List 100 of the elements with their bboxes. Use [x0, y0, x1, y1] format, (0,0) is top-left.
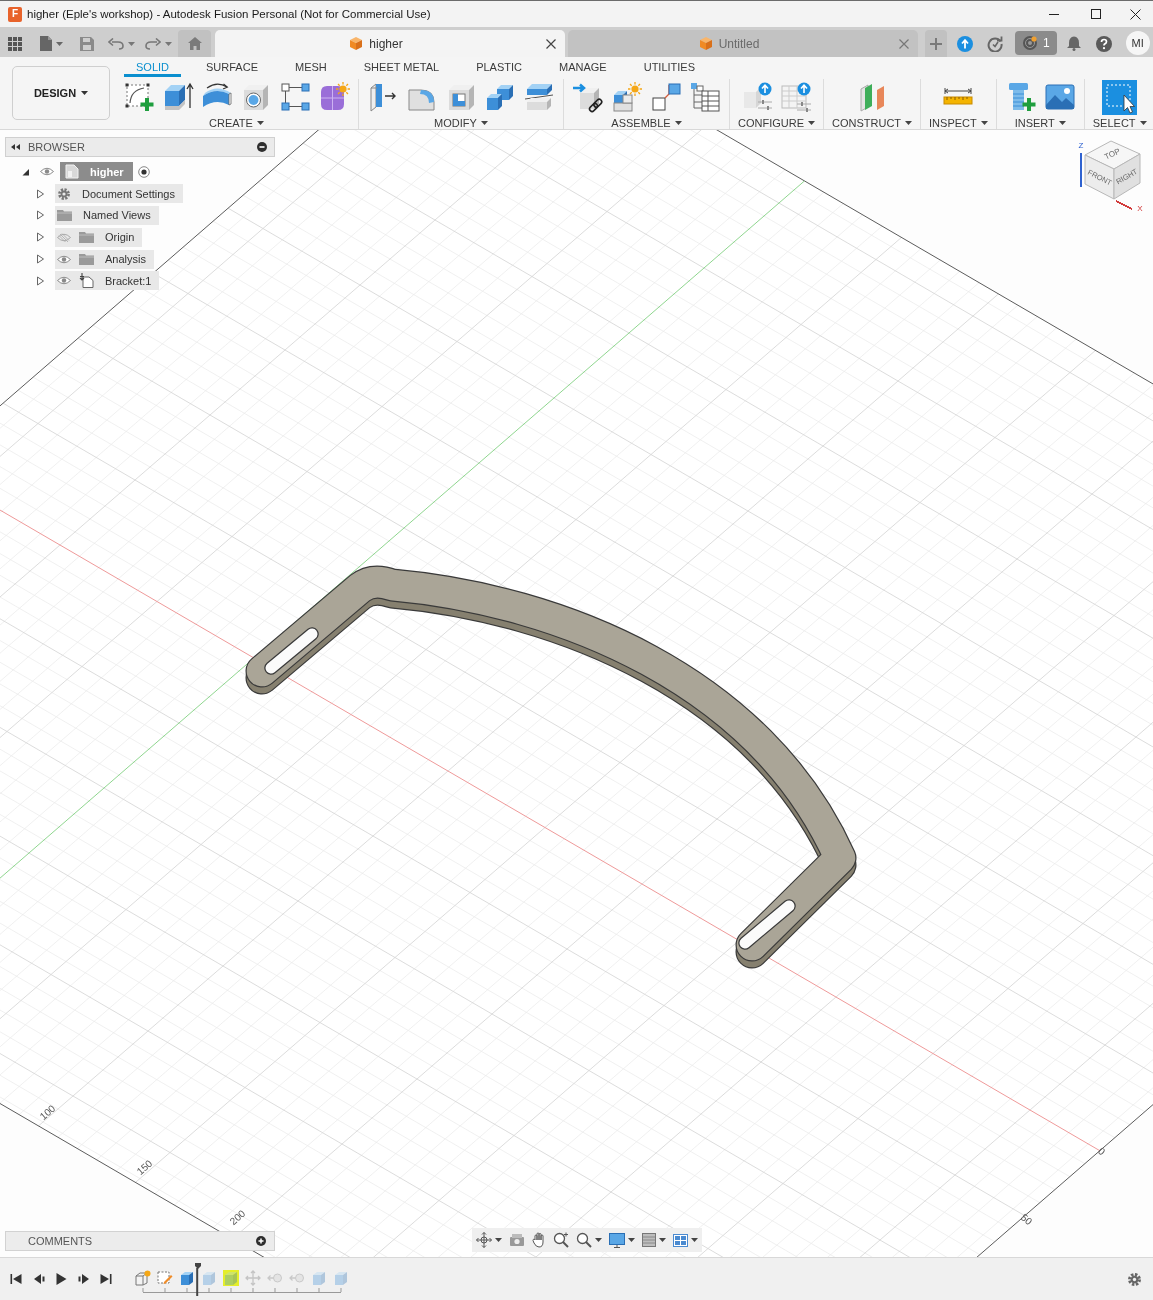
- step-forward-icon[interactable]: [77, 1273, 90, 1285]
- page-icon: [64, 164, 80, 180]
- bell-icon[interactable]: [1066, 36, 1081, 51]
- split-slabs-icon[interactable]: [523, 81, 555, 113]
- file-icon[interactable]: [40, 36, 52, 51]
- minus-circle-icon[interactable]: [257, 142, 267, 152]
- up-arrow-circle-icon[interactable]: [957, 35, 973, 52]
- caret-icon[interactable]: [595, 1238, 602, 1242]
- magnifier-icon[interactable]: [576, 1232, 592, 1248]
- monitor-icon[interactable]: [609, 1232, 625, 1248]
- toolbar-tab[interactable]: MANAGE: [547, 57, 619, 77]
- box-arrow-icon[interactable]: [162, 81, 194, 113]
- axis-label: X: [1137, 204, 1143, 214]
- linked-squares-icon[interactable]: [279, 81, 311, 113]
- timeline-marker-icon[interactable]: [194, 1263, 201, 1296]
- skip-start-icon[interactable]: [10, 1273, 22, 1285]
- eye-icon[interactable]: [57, 276, 71, 286]
- help-icon[interactable]: [1095, 35, 1112, 52]
- toolbar-tab[interactable]: MESH: [283, 57, 339, 77]
- double-arrow-icon[interactable]: [11, 143, 20, 151]
- settings-icon[interactable]: [1127, 1271, 1142, 1287]
- tool-group-menu[interactable]: INSPECT: [929, 117, 988, 129]
- play-icon[interactable]: [55, 1273, 67, 1285]
- select-cursor-icon[interactable]: [1102, 79, 1138, 115]
- toolbar-tab[interactable]: SHEET METAL: [351, 57, 452, 77]
- tool-group-menu[interactable]: CREATE: [209, 117, 264, 129]
- toolbar-tab[interactable]: PLASTIC: [464, 57, 534, 77]
- close-icon[interactable]: [1129, 8, 1141, 20]
- cube-icon[interactable]: [178, 1270, 195, 1286]
- step-back-icon[interactable]: [32, 1273, 45, 1285]
- orbit-icon[interactable]: [476, 1232, 492, 1248]
- eye-icon[interactable]: [57, 254, 71, 264]
- collapsed-arrow-icon[interactable]: [35, 275, 45, 286]
- browser-item[interactable]: Document Settings: [55, 184, 183, 204]
- cube-link-icon[interactable]: [572, 81, 604, 113]
- camera-icon[interactable]: [509, 1233, 525, 1247]
- collapsed-arrow-icon[interactable]: [35, 210, 45, 221]
- caret-icon[interactable]: [495, 1238, 502, 1242]
- skip-end-icon[interactable]: [100, 1273, 112, 1285]
- sketch-plus-icon[interactable]: [123, 81, 155, 113]
- eye-icon[interactable]: [40, 167, 54, 177]
- toolbar-tab[interactable]: UTILITIES: [631, 57, 708, 77]
- tile-sun-icon[interactable]: [318, 81, 350, 113]
- cubes-sun-icon[interactable]: [611, 81, 643, 113]
- caret-icon[interactable]: [1058, 121, 1066, 125]
- cube-icon: [349, 36, 364, 51]
- caret-icon[interactable]: [480, 121, 488, 125]
- zoom-icon[interactable]: [553, 1232, 569, 1248]
- grid-scale-label: 150: [134, 1157, 155, 1177]
- caret-icon[interactable]: [659, 1238, 666, 1242]
- caret-icon[interactable]: [808, 121, 815, 125]
- active-radio[interactable]: [137, 165, 150, 178]
- tool-group-menu[interactable]: ASSEMBLE: [611, 117, 682, 129]
- circular-arrow-icon[interactable]: [987, 35, 1003, 52]
- caret-icon[interactable]: [691, 1238, 698, 1242]
- plus-circle-icon[interactable]: [256, 1236, 266, 1246]
- caret-icon[interactable]: [81, 91, 89, 95]
- table-up-arrow-icon[interactable]: [780, 81, 812, 113]
- grid-scale-label: 200: [227, 1207, 248, 1227]
- close-icon[interactable]: [546, 38, 556, 49]
- sketch-pencil-icon[interactable]: [156, 1270, 173, 1286]
- caret-icon[interactable]: [256, 121, 264, 125]
- toolbar-tab[interactable]: SURFACE: [194, 57, 270, 77]
- tool-group-menu[interactable]: SELECT: [1092, 117, 1147, 129]
- browser-item[interactable]: Analysis: [55, 249, 154, 269]
- caret-icon[interactable]: [980, 121, 988, 125]
- table-tree-icon[interactable]: [689, 81, 721, 113]
- folder-icon: [79, 231, 94, 244]
- collapsed-arrow-icon[interactable]: [35, 254, 45, 265]
- hand-icon[interactable]: [532, 1232, 546, 1248]
- tool-group-menu[interactable]: MODIFY: [434, 117, 488, 129]
- collapsed-arrow-icon[interactable]: [35, 188, 45, 199]
- axis-label: Z: [1078, 141, 1084, 151]
- box-dot-icon[interactable]: [134, 1270, 151, 1286]
- redo-icon[interactable]: [145, 37, 161, 50]
- grid-menu-icon[interactable]: [8, 36, 22, 51]
- settings-icon: [57, 186, 71, 201]
- account-avatar[interactable]: MI: [1125, 31, 1150, 55]
- tool-group-menu[interactable]: CONSTRUCT: [832, 117, 913, 129]
- collapsed-arrow-icon[interactable]: [35, 232, 45, 243]
- workspace-menu[interactable]: DESIGN: [12, 66, 110, 120]
- document-tab[interactable]: higher: [215, 30, 565, 57]
- caret-icon[interactable]: [674, 121, 682, 125]
- bracket-model[interactable]: [245, 565, 857, 969]
- browser-title: BROWSER: [28, 141, 86, 153]
- app-logo: F: [8, 6, 22, 22]
- caret-icon[interactable]: [628, 1238, 635, 1242]
- browser-item[interactable]: Bracket:1: [55, 271, 160, 291]
- cube-up-arrow-icon[interactable]: [741, 81, 773, 113]
- folder-icon: [79, 253, 94, 266]
- caret-icon[interactable]: [1139, 121, 1147, 125]
- viewports-icon[interactable]: [673, 1233, 688, 1247]
- flag-squares-icon[interactable]: [650, 81, 682, 113]
- tool-group-menu[interactable]: CONFIGURE: [738, 117, 815, 129]
- caret-icon[interactable]: [905, 121, 913, 125]
- image-icon[interactable]: [1043, 81, 1076, 113]
- folder-icon: [57, 209, 72, 222]
- undo-icon[interactable]: [108, 37, 124, 50]
- page-arrow-icon: [79, 273, 94, 289]
- tool-group-menu[interactable]: INSERT: [1014, 117, 1066, 129]
